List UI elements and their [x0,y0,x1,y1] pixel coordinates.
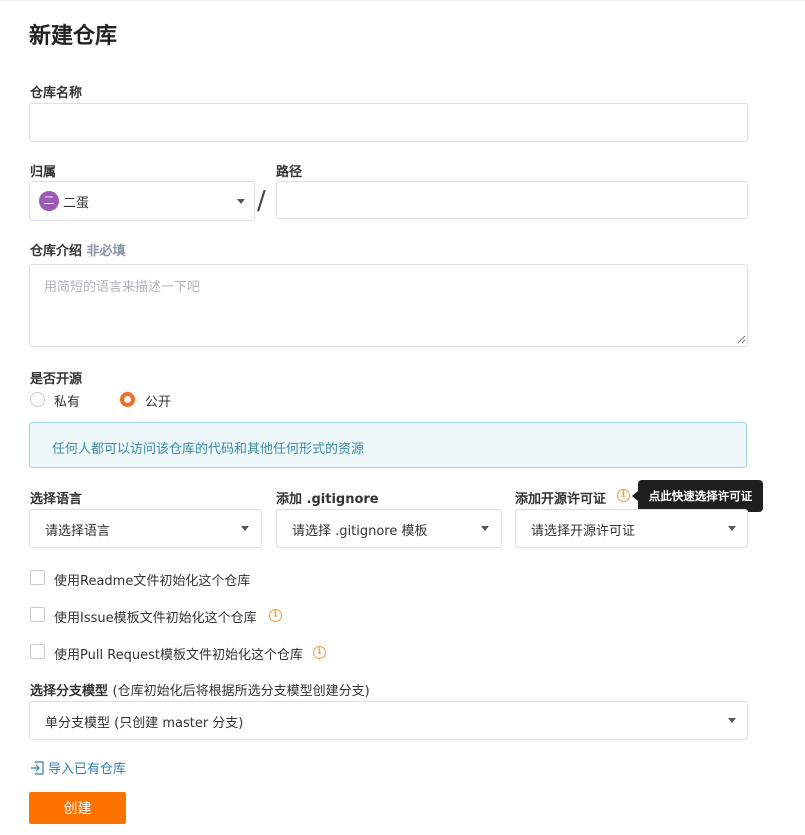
owner-avatar: 二 [39,191,59,211]
chevron-down-icon [237,199,245,204]
repo-name-label: 仓库名称 [30,86,83,101]
top-divider [0,0,805,1]
owner-label: 归属 [30,165,57,180]
path-input[interactable] [276,181,748,219]
issue-template-checkbox-label[interactable]: 使用Issue模板文件初始化这个仓库 [54,607,257,626]
license-label: 添加开源许可证 [515,492,607,507]
radio-public[interactable] [120,392,135,407]
branch-model-hint: (仓库初始化后将根据所选分支模型创建分支) [112,684,370,699]
path-label: 路径 [276,165,303,180]
chevron-down-icon [728,718,736,723]
branch-model-label-text: 选择分支模型 [30,684,109,699]
radio-public-label[interactable]: 公开 [145,391,171,410]
readme-checkbox-label[interactable]: 使用Readme文件初始化这个仓库 [54,570,250,589]
visibility-notice: 任何人都可以访问该仓库的代码和其他任何形式的资源 [29,422,747,468]
resize-handle-icon[interactable] [736,334,746,344]
info-icon[interactable]: i [617,489,630,502]
gitignore-label: 添加 .gitignore [276,492,379,507]
language-label: 选择语言 [30,492,83,507]
path-separator: / [257,186,266,216]
gitignore-selected: 请选择 .gitignore 模板 [292,524,428,539]
language-selected: 请选择语言 [45,524,111,539]
branch-model-selected: 单分支模型 (只创建 master 分支) [45,716,244,731]
page-title: 新建仓库 [29,24,118,49]
license-tooltip: 点此快速选择许可证 [632,480,763,512]
import-repo-link-text: 导入已有仓库 [48,762,127,777]
chevron-down-icon [728,526,736,531]
pr-template-checkbox[interactable] [30,644,45,659]
chevron-down-icon [481,526,489,531]
visibility-notice-text: 任何人都可以访问该仓库的代码和其他任何形式的资源 [52,442,365,457]
license-selected: 请选择开源许可证 [531,524,636,539]
description-placeholder: 用简短的语言来描述一下吧 [44,280,201,295]
owner-selected: 二蛋 [63,196,90,211]
pr-template-checkbox-label[interactable]: 使用Pull Request模板文件初始化这个仓库 [54,644,303,663]
radio-private[interactable] [30,392,45,407]
description-label: 仓库介绍 非必填 [30,240,126,259]
create-button[interactable]: 创建 [29,792,126,824]
readme-checkbox[interactable] [30,570,45,585]
visibility-label: 是否开源 [30,372,83,387]
branch-model-label: 选择分支模型 (仓库初始化后将根据所选分支模型创建分支) [30,680,370,699]
issue-template-checkbox[interactable] [30,607,45,622]
import-repo-link[interactable]: 导入已有仓库 [30,758,126,777]
radio-private-label[interactable]: 私有 [54,391,80,410]
chevron-down-icon [241,526,249,531]
info-icon[interactable]: i [313,646,326,659]
repo-name-input[interactable] [29,103,748,142]
import-icon [31,761,44,775]
optional-tag: 非必填 [86,244,126,259]
description-label-text: 仓库介绍 [30,244,83,259]
info-icon[interactable]: i [269,609,282,622]
